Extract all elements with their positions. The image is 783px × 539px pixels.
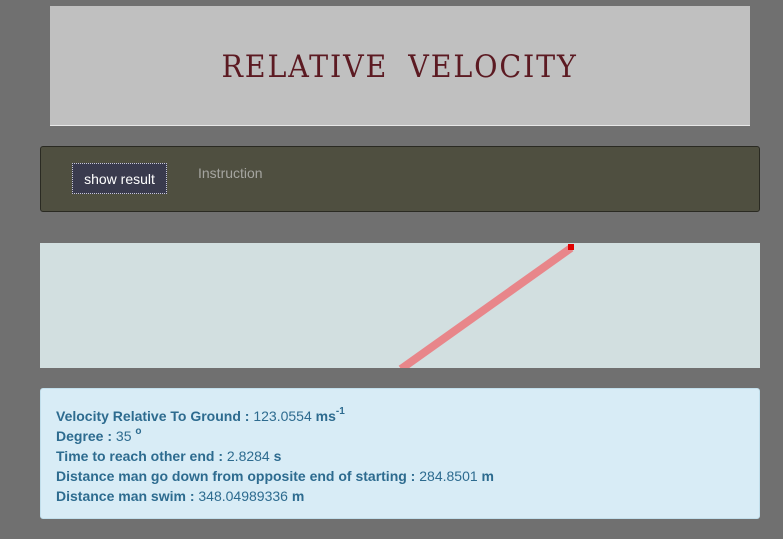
page-header: RELATIVE VELOCITY	[50, 6, 750, 126]
simulation-svg	[398, 244, 574, 368]
swim-path-line	[398, 244, 574, 368]
distance-down-row: Distance man go down from opposite end o…	[56, 466, 744, 486]
instruction-link[interactable]: Instruction	[198, 165, 263, 181]
distance-swim-value: 348.04989336	[198, 488, 288, 504]
control-panel: show result Instruction	[40, 146, 760, 212]
distance-down-unit: m	[481, 468, 494, 484]
velocity-unit: ms	[315, 408, 336, 424]
degree-row: Degree : 35 o	[56, 426, 744, 446]
velocity-label: Velocity Relative To Ground :	[56, 408, 250, 424]
degree-unit: o	[135, 426, 142, 438]
distance-down-label: Distance man go down from opposite end o…	[56, 468, 416, 484]
page-title: RELATIVE VELOCITY	[221, 48, 579, 85]
time-value: 2.8284	[226, 448, 270, 464]
simulation-canvas	[40, 243, 760, 368]
distance-swim-row: Distance man swim : 348.04989336 m	[56, 486, 744, 506]
degree-label: Degree :	[56, 428, 113, 444]
velocity-row: Velocity Relative To Ground : 123.0554 m…	[56, 406, 744, 426]
distance-down-value: 284.8501	[419, 468, 478, 484]
show-result-button[interactable]: show result	[72, 163, 167, 194]
time-unit: s	[273, 448, 282, 464]
swimmer-marker	[568, 244, 574, 250]
distance-swim-label: Distance man swim :	[56, 488, 195, 504]
velocity-value: 123.0554	[253, 408, 312, 424]
time-row: Time to reach other end : 2.8284 s	[56, 446, 744, 466]
time-label: Time to reach other end :	[56, 448, 223, 464]
distance-swim-unit: m	[291, 488, 305, 504]
velocity-unit-exponent: -1	[335, 406, 345, 418]
degree-value: 35	[115, 428, 132, 444]
results-panel: Velocity Relative To Ground : 123.0554 m…	[40, 388, 760, 519]
